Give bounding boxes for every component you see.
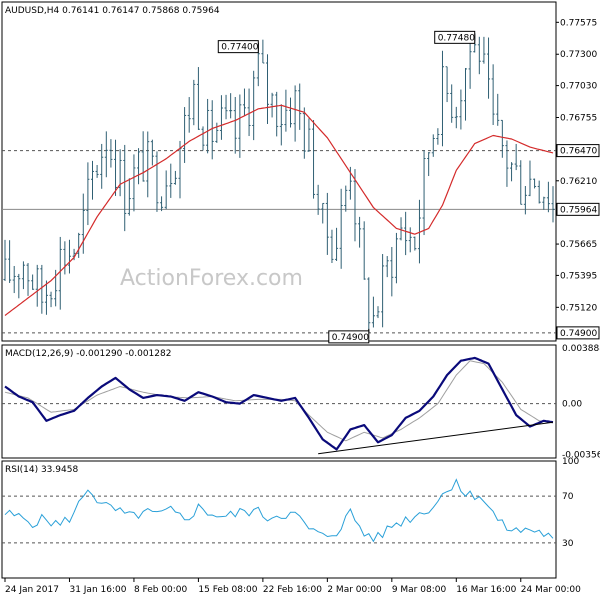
price-tick-label-1: 0.77300 bbox=[560, 50, 597, 60]
annotation-label-2: 0.74900 bbox=[332, 333, 369, 343]
rsi-tick-label-1: 70 bbox=[562, 492, 574, 502]
price-panel-title: AUDUSD,H4 0.76141 0.76147 0.75868 0.7596… bbox=[5, 6, 220, 16]
price-tick-label-0: 0.77575 bbox=[560, 18, 597, 28]
price-tick-label-10: 0.74900 bbox=[560, 329, 597, 339]
x-tick-label-0: 24 Jan 2017 bbox=[5, 585, 59, 595]
x-tick-label-5: 2 Mar 00:00 bbox=[327, 585, 382, 595]
macd-tick-label-1: 0.00 bbox=[562, 400, 582, 410]
price-tick-label-8: 0.75395 bbox=[560, 271, 597, 281]
price-tick-label-2: 0.77030 bbox=[560, 82, 597, 92]
price-tick-label-6: 0.75964 bbox=[560, 205, 597, 215]
grid-lines bbox=[2, 150, 556, 544]
rsi-panel-title: RSI(14) 33.9458 bbox=[5, 465, 78, 475]
price-tick-label-9: 0.75120 bbox=[560, 303, 597, 313]
watermark: ActionForex.com bbox=[120, 266, 303, 291]
indicator-lines bbox=[4, 104, 554, 543]
price-tick-label-4: 0.76470 bbox=[560, 147, 597, 157]
price-tick-label-5: 0.76210 bbox=[560, 177, 597, 187]
macd-tick-label-0: 0.003888 bbox=[562, 344, 600, 354]
forex-chart: ActionForex.com 0.775750.773000.770300.7… bbox=[1, 1, 600, 595]
y-axis-labels: 0.77575 0.77300 0.77030 0.76755 0.76470 0.762… bbox=[556, 18, 600, 549]
x-tick-label-8: 24 Mar 00:00 bbox=[521, 585, 581, 595]
macd-panel-title: MACD(12,26,9) -0.001290 -0.001282 bbox=[5, 349, 171, 359]
x-tick-label-1: 31 Jan 16:00 bbox=[69, 585, 126, 595]
rsi-tick-label-0: 100 bbox=[562, 457, 579, 467]
rsi-line bbox=[4, 478, 554, 543]
x-tick-label-7: 16 Mar 16:00 bbox=[456, 585, 516, 595]
annotation-label-0: 0.77400 bbox=[221, 43, 258, 53]
x-tick-label-3: 15 Feb 08:00 bbox=[198, 585, 257, 595]
price-tick-label-7: 0.75665 bbox=[560, 240, 597, 250]
rsi-tick-label-2: 30 bbox=[562, 539, 574, 549]
x-tick-label-6: 9 Mar 08:00 bbox=[392, 585, 447, 595]
macd-trendline bbox=[318, 421, 554, 455]
x-axis-labels: 24 Jan 2017 31 Jan 16:00 8 Feb 00:00 15 Feb… bbox=[4, 578, 581, 595]
annotation-label-1: 0.77480 bbox=[438, 33, 475, 43]
price-tick-label-3: 0.76755 bbox=[560, 114, 597, 124]
x-tick-label-4: 22 Feb 16:00 bbox=[263, 585, 322, 595]
x-tick-label-2: 8 Feb 00:00 bbox=[134, 585, 188, 595]
panel-frame-2 bbox=[1, 460, 557, 579]
